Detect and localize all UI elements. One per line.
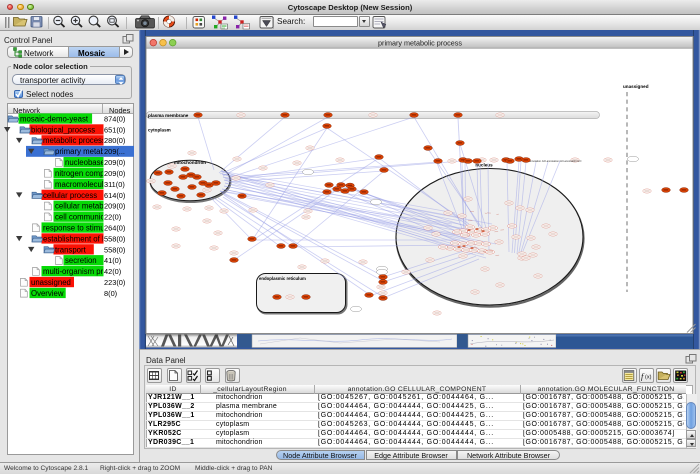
- svg-text:874(0): 874(0): [104, 115, 125, 124]
- svg-text:558(0): 558(0): [104, 245, 125, 254]
- svg-text:209(0): 209(0): [104, 202, 125, 211]
- svg-text:558(0): 558(0): [104, 234, 125, 243]
- svg-text:cellular process: cellular process: [43, 191, 97, 200]
- svg-text:264(0): 264(0): [104, 224, 125, 233]
- svg-text:209(...: 209(...: [104, 147, 125, 156]
- svg-text:nucleobase-: nucleobase-: [65, 158, 108, 167]
- svg-text:nitrogen compo: nitrogen compo: [55, 169, 109, 178]
- svg-text:macromolecule: macromolecule: [55, 180, 108, 189]
- svg-text:response to stimulu: response to stimulu: [43, 224, 111, 233]
- svg-text:metabolic process: metabolic process: [43, 136, 106, 145]
- svg-text:223(0): 223(0): [104, 278, 125, 287]
- svg-text:establishment of lo: establishment of lo: [43, 234, 109, 243]
- svg-text:311(0): 311(0): [104, 180, 125, 189]
- svg-text:(x): (x): [645, 375, 652, 381]
- svg-text:unassigned: unassigned: [31, 278, 71, 287]
- svg-text:primary metabo: primary metabo: [55, 147, 110, 156]
- svg-text:209(0): 209(0): [104, 158, 125, 167]
- svg-text:614(0): 614(0): [104, 191, 125, 200]
- svg-text:secretion: secretion: [65, 256, 97, 265]
- svg-text:280(0): 280(0): [104, 136, 125, 145]
- svg-text:annotation.GO-annotation.GO-an: annotation.GO-annotation.GO-annotation.G…: [529, 159, 581, 163]
- svg-text:transport: transport: [55, 245, 87, 254]
- svg-text:primary metabolic process: primary metabolic process: [378, 38, 462, 47]
- svg-text:cytoplasm: cytoplasm: [148, 128, 171, 133]
- svg-text:unassigned: unassigned: [623, 84, 649, 89]
- svg-text:cellular metabo: cellular metabo: [55, 202, 109, 211]
- svg-text:biological_process: biological_process: [31, 125, 95, 134]
- svg-text:651(0): 651(0): [104, 125, 125, 134]
- svg-text:209(0): 209(0): [104, 169, 125, 178]
- svg-text:mitochondrion: mitochondrion: [174, 160, 206, 165]
- svg-text:Overview: Overview: [31, 289, 64, 298]
- svg-text:endoplasmic reticulum: endoplasmic reticulum: [259, 276, 306, 281]
- svg-text:42(0): 42(0): [104, 267, 121, 276]
- svg-text:22(0): 22(0): [104, 213, 121, 222]
- svg-text:plasma membrane: plasma membrane: [148, 113, 189, 118]
- svg-text:41(0): 41(0): [104, 256, 121, 265]
- svg-text:multi-organism pro: multi-organism pro: [43, 267, 108, 276]
- svg-text:mosaic-demo-yeast: mosaic-demo-yeast: [20, 115, 89, 124]
- svg-text:8(0): 8(0): [104, 289, 117, 298]
